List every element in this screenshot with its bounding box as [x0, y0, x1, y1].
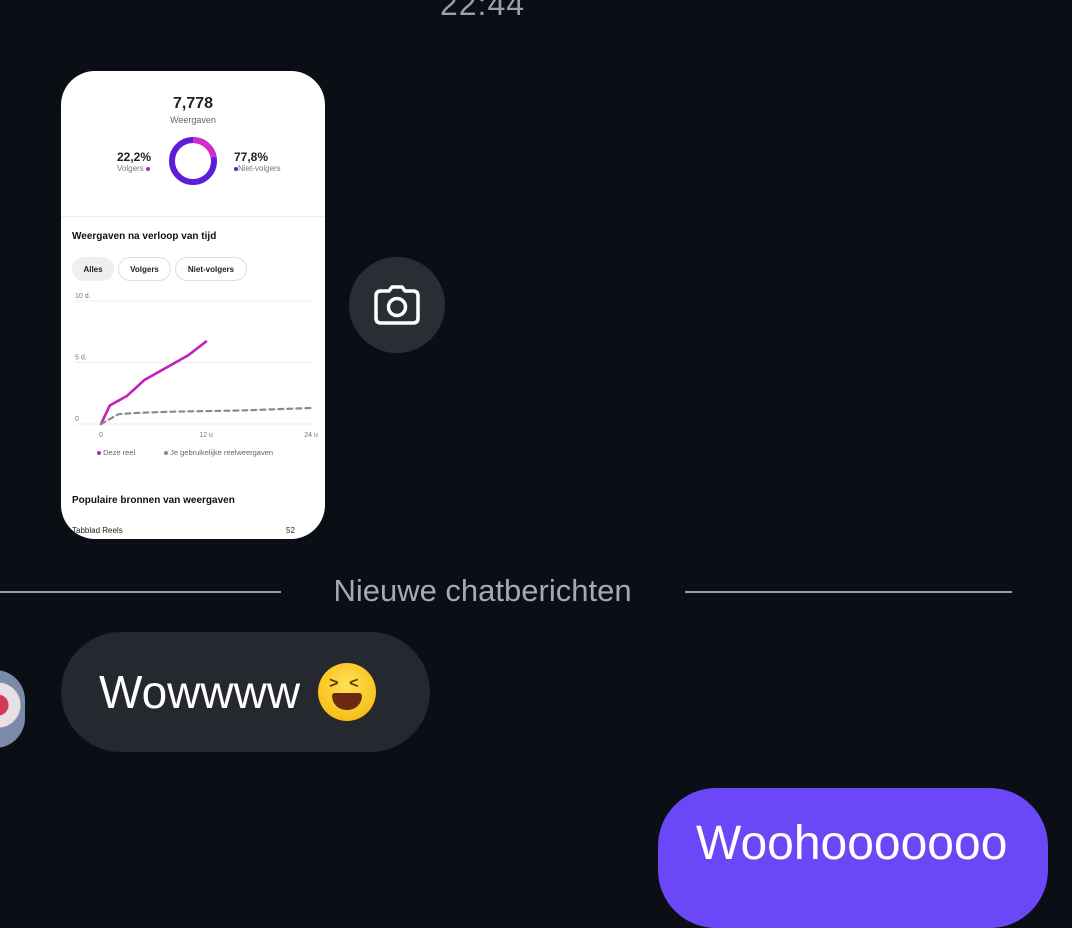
legend-this-reel-label: Deze reel — [103, 448, 136, 457]
x-tick-label: 12 u — [199, 432, 213, 439]
followers-donut-chart — [169, 137, 217, 185]
followers-percentage: 22,2% — [117, 150, 152, 164]
filter-all[interactable]: Alles — [72, 257, 114, 281]
views-over-time-title: Weergaven na verloop van tijd — [72, 231, 217, 242]
views-line-chart: 0 5 d. 10 d. 0 12 u 24 u — [75, 293, 318, 439]
laughing-squint-emoji-icon: > < — [318, 663, 377, 721]
followers-legend: Volgers — [117, 164, 150, 173]
source-row-label: Tabblad Reels — [72, 526, 123, 535]
incoming-message-bubble[interactable]: Wowwww > < — [61, 632, 430, 752]
y-tick-label: 10 d. — [75, 293, 91, 300]
non-followers-legend: Niet-volgers — [234, 164, 281, 173]
legend-this-reel-dot — [97, 451, 101, 456]
legend-usual-views-label: Je gebruikelijke reelweergaven — [170, 448, 274, 457]
filter-non-followers[interactable]: Niet-volgers — [175, 257, 247, 281]
separator-line-left — [0, 591, 281, 593]
legend-usual-views: Je gebruikelijke reelweergaven — [164, 448, 273, 457]
message-timestamp: 22:44 — [439, 0, 526, 22]
new-messages-separator: Nieuwe chatberichten — [333, 573, 632, 608]
views-label: Weergaven — [170, 115, 216, 125]
filter-followers[interactable]: Volgers — [118, 257, 171, 281]
x-tick-label: 0 — [99, 432, 103, 439]
legend-this-reel: Deze reel — [97, 448, 135, 457]
popular-sources-title: Populaire bronnen van weergaven — [72, 495, 235, 506]
outgoing-message-bubble[interactable]: Woohooooooo — [658, 788, 1048, 928]
non-followers-label: Niet-volgers — [238, 164, 281, 173]
views-count: 7,778 — [172, 95, 214, 112]
y-tick-label: 5 d. — [75, 355, 87, 362]
camera-icon — [374, 285, 420, 325]
source-row-value: 52 — [286, 526, 295, 535]
incoming-message-text: Wowwww — [99, 666, 301, 718]
separator-line-right — [685, 591, 1012, 593]
outgoing-message-text: Woohooooooo — [696, 817, 1008, 870]
y-tick-label: 0 — [75, 416, 79, 423]
followers-label: Volgers — [117, 164, 144, 173]
shared-insights-screenshot[interactable]: 7,778 Weergaven 22,2% Volgers 77,8% Niet… — [61, 71, 325, 539]
card-divider — [61, 216, 325, 217]
avatar[interactable] — [0, 670, 25, 748]
x-tick-label: 24 u — [304, 432, 318, 439]
non-followers-percentage: 77,8% — [234, 150, 269, 164]
followers-dot — [145, 166, 150, 171]
legend-usual-views-dot — [164, 451, 168, 456]
series-usual-views-line — [99, 406, 313, 426]
camera-button[interactable] — [349, 257, 445, 353]
